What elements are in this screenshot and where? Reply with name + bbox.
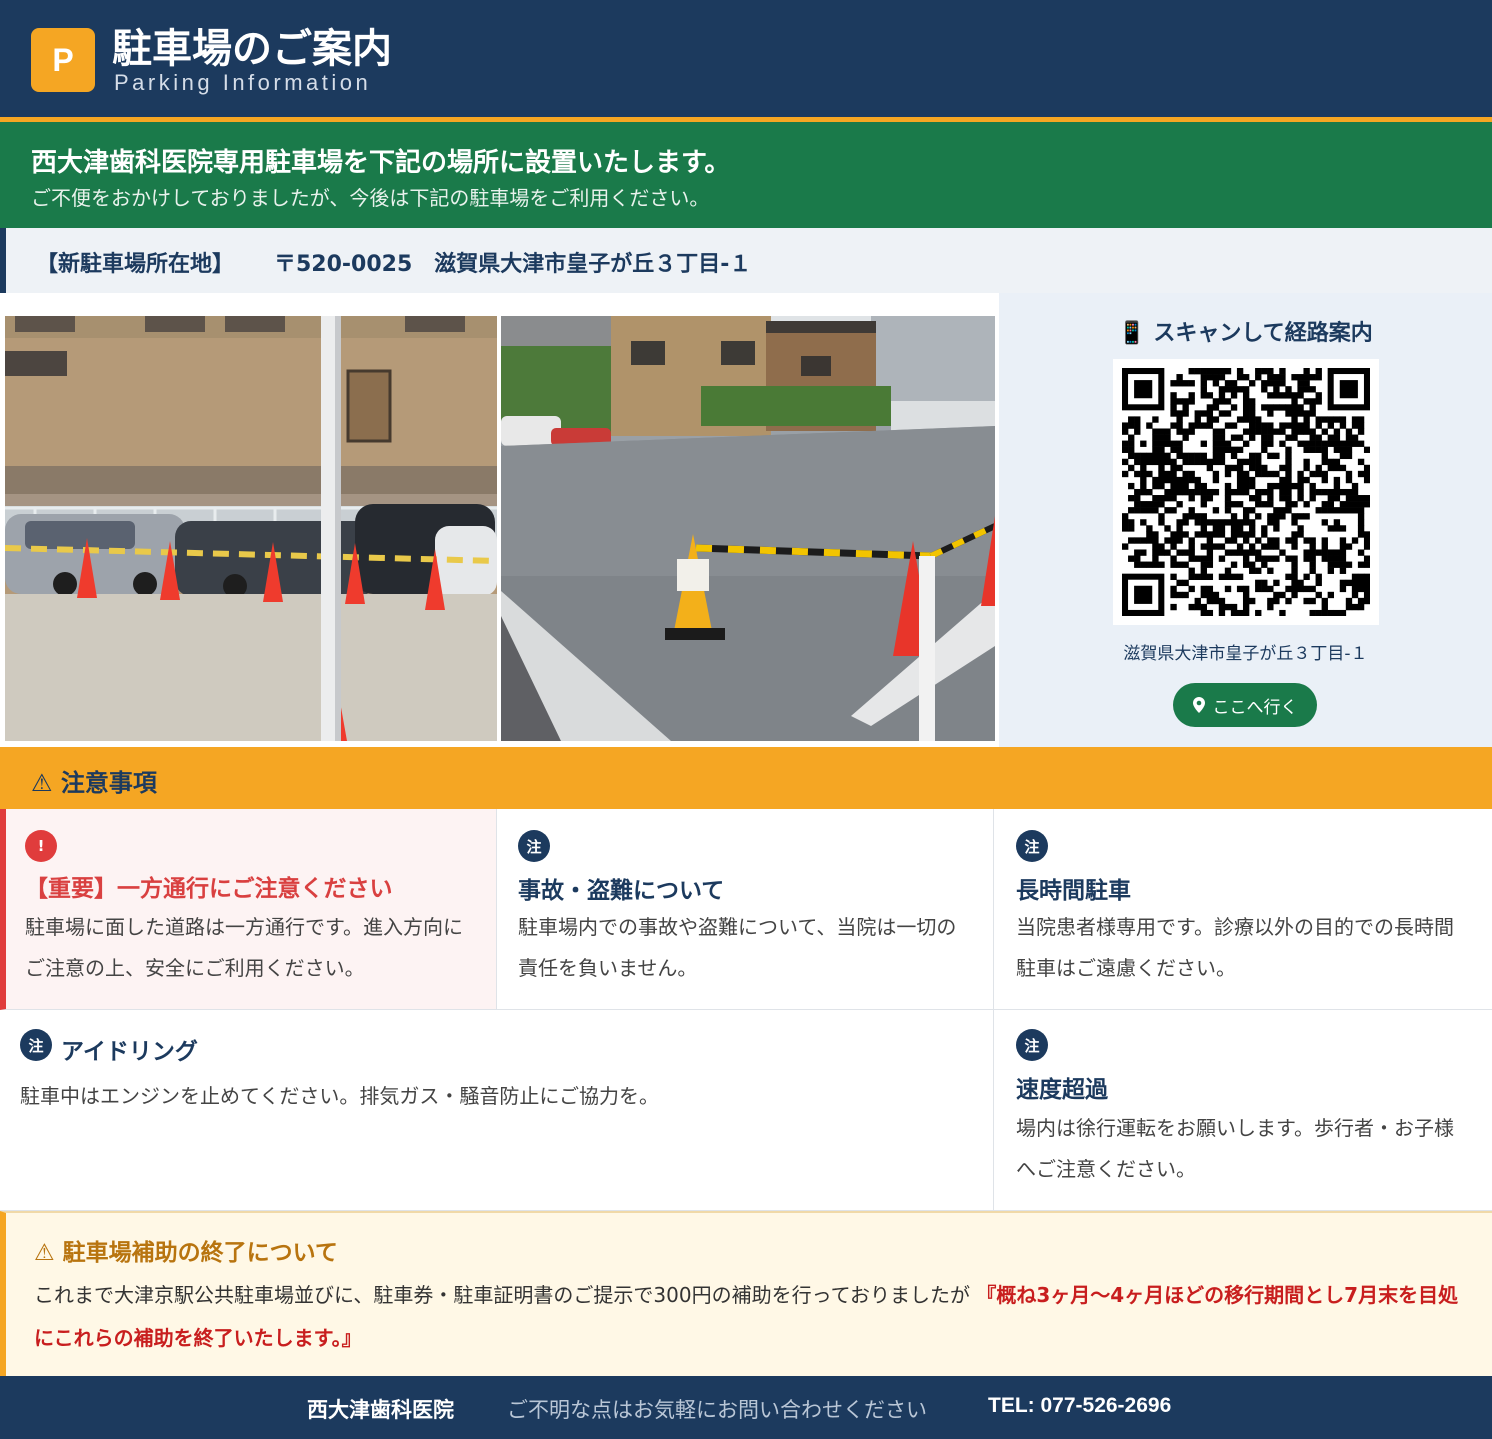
page-footer: 西大津歯科医院 ご不明な点はお気軽にお問い合わせください TEL: 077-52… xyxy=(0,1376,1492,1439)
footer-phone-link[interactable]: TEL: 077-526-2696 xyxy=(988,1394,1171,1418)
notice-card-idling: 注 アイドリング 駐車中はエンジンを止めてください。排気ガス・騒音防止にご協力を… xyxy=(0,1010,994,1211)
parking-lot-photo-2 xyxy=(501,316,995,741)
directions-button-label: ここへ行く xyxy=(1212,697,1298,718)
note-badge-icon: 注 xyxy=(518,830,550,862)
directions-button[interactable]: ここへ行く xyxy=(1173,683,1317,727)
qr-address: 滋賀県大津市皇子が丘３丁目-１ xyxy=(1123,644,1368,664)
announcement-sub: ご不便をおかけしておりましたが、今後は下記の駐車場をご利用ください。 xyxy=(31,186,710,210)
note-badge-icon: 注 xyxy=(1016,1029,1048,1061)
notice-card-title: 事故・盗難について xyxy=(518,878,725,904)
subsidy-text: これまで大津京駅公共駐車場並びに、駐車券・駐車証明書のご提示で300円の補助を行… xyxy=(34,1283,970,1307)
notice-card-accident: 注 事故・盗難について 駐車場内での事故や盗難について、当院は一切の責任を負いま… xyxy=(497,809,994,1010)
map-pin-icon xyxy=(1192,697,1205,713)
note-badge-icon: 注 xyxy=(20,1029,52,1061)
subsidy-body: これまで大津京駅公共駐車場並びに、駐車券・駐車証明書のご提示で300円の補助を行… xyxy=(34,1274,1474,1360)
important-badge-icon: ! xyxy=(25,830,57,862)
notice-card-speeding: 注 速度超過 場内は徐行運転をお願いします。歩行者・お子様へご注意ください。 xyxy=(994,1010,1492,1211)
note-badge-icon: 注 xyxy=(1016,830,1048,862)
page-subtitle: Parking Information xyxy=(114,70,372,95)
subsidy-title: ⚠ 駐車場補助の終了について xyxy=(34,1240,338,1266)
subsidy-notice: ⚠ 駐車場補助の終了について これまで大津京駅公共駐車場並びに、駐車券・駐車証明… xyxy=(0,1211,1492,1376)
footer-message: ご不明な点はお気軽にお問い合わせください xyxy=(507,1398,927,1422)
page-title: 駐車場のご案内 xyxy=(112,26,392,72)
qr-panel: 📱 スキャンして経路案内 滋賀県大津市皇子が丘３丁目-１ ここへ行く xyxy=(999,293,1492,747)
announcement-main: 西大津歯科医院専用駐車場を下記の場所に設置いたします。 xyxy=(31,148,731,178)
notice-card-body: 駐車中はエンジンを止めてください。排気ガス・騒音防止にご協力を。 xyxy=(20,1084,659,1108)
notice-card-body: 当院患者様専用です。診療以外の目的での長時間駐車はご遠慮ください。 xyxy=(1016,915,1454,980)
notice-card-title: 【重要】一方通行にご注意ください xyxy=(25,876,393,902)
notice-card-body: 駐車場に面した道路は一方通行です。進入方向にご注意の上、安全にご利用ください。 xyxy=(25,915,463,980)
qr-title: 📱 スキャンして経路案内 xyxy=(1118,321,1373,346)
notice-card-one-way: ! 【重要】一方通行にご注意ください 駐車場に面した道路は一方通行です。進入方向… xyxy=(0,809,497,1010)
notice-heading: ⚠ 注意事項 xyxy=(31,769,157,797)
address-label: 【新駐車場所在地】 xyxy=(36,252,235,277)
notice-header: ⚠ 注意事項 xyxy=(0,747,1492,809)
notice-card-title: 速度超過 xyxy=(1016,1077,1108,1103)
address-text: 〒520-0025 滋賀県大津市皇子が丘３丁目-１ xyxy=(274,252,752,277)
qr-code[interactable] xyxy=(1113,359,1379,625)
notice-card-body: 駐車場内での事故や盗難について、当院は一切の責任を負いません。 xyxy=(518,915,957,980)
notice-card-title: アイドリング xyxy=(61,1039,198,1065)
notice-card-long-parking: 注 長時間駐車 当院患者様専用です。診療以外の目的での長時間駐車はご遠慮ください… xyxy=(994,809,1492,1010)
notice-card-title: 長時間駐車 xyxy=(1016,878,1131,904)
notice-card-body: 場内は徐行運転をお願いします。歩行者・お子様へご注意ください。 xyxy=(1016,1116,1454,1181)
address-bar: 【新駐車場所在地】 〒520-0025 滋賀県大津市皇子が丘３丁目-１ xyxy=(0,228,1492,293)
footer-clinic-name: 西大津歯科医院 xyxy=(307,1398,454,1422)
parking-lot-photo-1 xyxy=(5,316,497,741)
qr-code-icon xyxy=(1122,368,1371,617)
announcement-banner: 西大津歯科医院専用駐車場を下記の場所に設置いたします。 ご不便をおかけしておりま… xyxy=(0,122,1492,228)
parking-logo: P xyxy=(31,28,95,92)
page-header: P 駐車場のご案内 Parking Information xyxy=(0,0,1492,117)
